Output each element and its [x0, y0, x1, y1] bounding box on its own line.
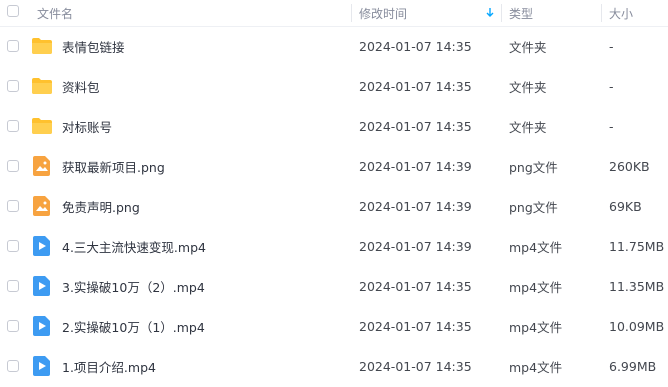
file-modified-time: 2024-01-07 14:39 [359, 198, 472, 214]
image-file-icon [31, 155, 53, 177]
folder-icon [31, 115, 53, 137]
file-name[interactable]: 对标账号 [62, 106, 112, 146]
file-type: png文件 [509, 159, 558, 175]
row-checkbox[interactable] [7, 360, 19, 372]
row-checkbox[interactable] [7, 80, 19, 92]
arrow-down-icon[interactable] [486, 0, 494, 26]
row-checkbox[interactable] [7, 120, 19, 132]
file-row[interactable]: 4.三大主流快速变现.mp4 2024-01-07 14:39 mp4文件 11.75… [0, 226, 668, 266]
column-divider[interactable] [501, 4, 502, 22]
video-file-icon [31, 315, 53, 337]
file-name[interactable]: 4.三大主流快速变现.mp4 [62, 226, 206, 266]
file-list-header: 文件名 修改时间 类型 大小 [0, 0, 668, 27]
file-row[interactable]: 1.项目介绍.mp4 2024-01-07 14:35 mp4文件 6.99MB [0, 346, 668, 386]
column-header-modified[interactable]: 修改时间 [359, 0, 407, 26]
row-checkbox[interactable] [7, 200, 19, 212]
file-type: 文件夹 [509, 119, 547, 135]
file-modified-time: 2024-01-07 14:39 [359, 158, 472, 174]
file-size: 69KB [609, 198, 642, 214]
row-checkbox[interactable] [7, 160, 19, 172]
folder-icon [31, 75, 53, 97]
file-name[interactable]: 获取最新项目.png [62, 146, 165, 186]
file-type: mp4文件 [509, 359, 563, 375]
file-row[interactable]: 获取最新项目.png 2024-01-07 14:39 png文件 260KB [0, 146, 668, 186]
file-size: - [609, 78, 614, 94]
file-type: mp4文件 [509, 239, 563, 255]
file-modified-time: 2024-01-07 14:35 [359, 78, 472, 94]
file-modified-time: 2024-01-07 14:39 [359, 238, 472, 254]
file-name[interactable]: 资料包 [62, 66, 100, 106]
row-checkbox[interactable] [7, 280, 19, 292]
image-file-icon [31, 195, 53, 217]
file-list: 文件名 修改时间 类型 大小 表情包链接 2024-01-07 14:35 文件夹 -… [0, 0, 668, 387]
video-file-icon [31, 355, 53, 377]
file-row[interactable]: 对标账号 2024-01-07 14:35 文件夹 - [0, 106, 668, 146]
column-header-name[interactable]: 文件名 [37, 0, 73, 26]
file-modified-time: 2024-01-07 14:35 [359, 38, 472, 54]
select-all-checkbox[interactable] [7, 5, 19, 17]
row-checkbox[interactable] [7, 240, 19, 252]
file-name[interactable]: 表情包链接 [62, 26, 125, 66]
file-name[interactable]: 2.实操破10万（1）.mp4 [62, 306, 205, 346]
file-size: - [609, 38, 614, 54]
file-type: mp4文件 [509, 279, 563, 295]
column-divider[interactable] [351, 4, 352, 22]
file-name[interactable]: 1.项目介绍.mp4 [62, 346, 156, 386]
file-type: mp4文件 [509, 319, 563, 335]
folder-icon [31, 35, 53, 57]
file-size: 6.99MB [609, 358, 657, 374]
file-size: 10.09MB [609, 318, 665, 334]
file-name[interactable]: 免责声明.png [62, 186, 140, 226]
column-header-size[interactable]: 大小 [609, 0, 633, 26]
file-type: 文件夹 [509, 39, 547, 55]
file-size: 11.35MB [609, 278, 665, 294]
file-name[interactable]: 3.实操破10万（2）.mp4 [62, 266, 205, 306]
column-header-type[interactable]: 类型 [509, 0, 533, 26]
row-checkbox[interactable] [7, 320, 19, 332]
video-file-icon [31, 275, 53, 297]
file-size: 260KB [609, 158, 650, 174]
file-type: png文件 [509, 199, 558, 215]
file-size: - [609, 118, 614, 134]
file-modified-time: 2024-01-07 14:35 [359, 318, 472, 334]
file-row[interactable]: 免责声明.png 2024-01-07 14:39 png文件 69KB [0, 186, 668, 226]
row-checkbox[interactable] [7, 40, 19, 52]
file-modified-time: 2024-01-07 14:35 [359, 358, 472, 374]
file-modified-time: 2024-01-07 14:35 [359, 278, 472, 294]
column-divider[interactable] [601, 4, 602, 22]
file-row[interactable]: 表情包链接 2024-01-07 14:35 文件夹 - [0, 26, 668, 66]
file-type: 文件夹 [509, 79, 547, 95]
video-file-icon [31, 235, 53, 257]
file-size: 11.75MB [609, 238, 665, 254]
file-row[interactable]: 2.实操破10万（1）.mp4 2024-01-07 14:35 mp4文件 10.0… [0, 306, 668, 346]
file-row[interactable]: 3.实操破10万（2）.mp4 2024-01-07 14:35 mp4文件 11.3… [0, 266, 668, 306]
file-row[interactable]: 资料包 2024-01-07 14:35 文件夹 - [0, 66, 668, 106]
file-modified-time: 2024-01-07 14:35 [359, 118, 472, 134]
